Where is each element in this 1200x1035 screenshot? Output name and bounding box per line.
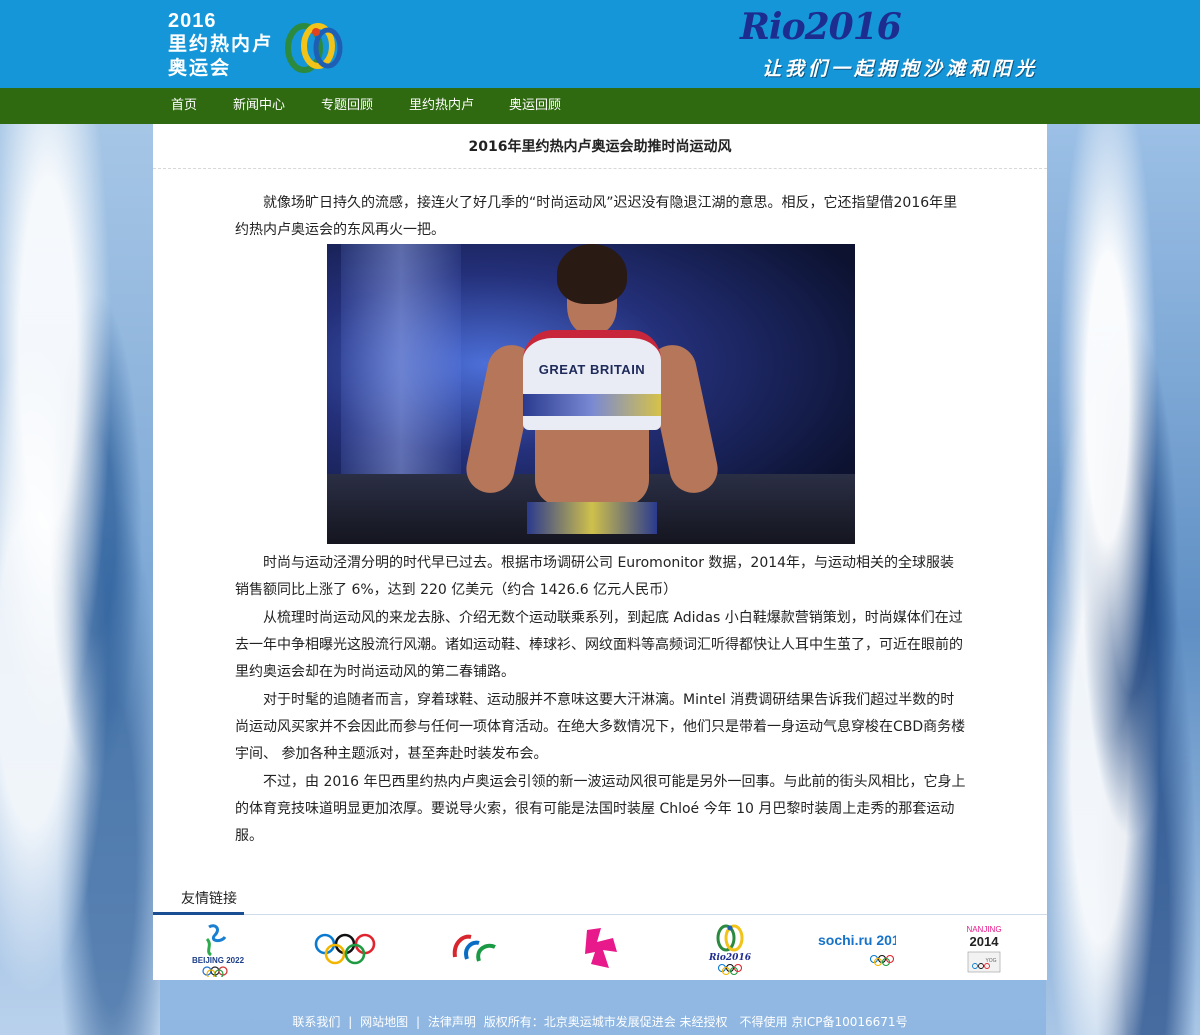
footer-separator: |: [415, 1015, 421, 1029]
svg-text:2014: 2014: [970, 934, 1000, 949]
article-paragraph-2: 从梳理时尚运动风的来龙去脉、介绍无数个运动联乘系列，到起底 Adidas 小白鞋…: [235, 610, 963, 680]
footer-contact-link[interactable]: 联系我们: [292, 1015, 340, 1029]
partner-rio-2016[interactable]: Rio2016: [705, 924, 755, 976]
nav-item-news[interactable]: 新闻中心: [233, 88, 285, 124]
footer-legal-link[interactable]: 法律声明: [428, 1015, 476, 1029]
article-photo: GREAT BRITAIN: [327, 244, 855, 544]
logo-line-2: 奥运会: [168, 57, 232, 79]
nav-item-rio[interactable]: 里约热内卢: [409, 88, 474, 124]
logo-year: 2016: [168, 10, 217, 32]
partner-sochi-2014[interactable]: sochi.ru 2014: [813, 924, 897, 974]
photo-athlete-hair: [557, 244, 627, 304]
article-paragraph-4: 不过，由 2016 年巴西里约热内卢奥运会引领的新一波运动风很可能是另外一回事。…: [235, 774, 966, 844]
article-paragraph-1: 时尚与运动泾渭分明的时代早已过去。根据市场调研公司 Euromonitor 数据…: [235, 555, 955, 598]
article-title: 2016年里约热内卢奥运会助推时尚运动风: [468, 139, 732, 155]
article-container: 2016年里约热内卢奥运会助推时尚运动风 就像场旷日持久的流感，接连火了好几季的…: [153, 124, 1047, 980]
site-footer: 联系我们 | 网站地图 | 法律声明 版权所有：北京奥运城市发展促进会 未经授权…: [0, 1013, 1200, 1030]
partner-london-2012[interactable]: [581, 924, 625, 974]
article-intro: 就像场旷日持久的流感，接连火了好几季的“时尚运动风”迟迟没有隐退江湖的意思。相反…: [235, 195, 958, 238]
partner-beijing-2022[interactable]: BEIJING 2022: [183, 924, 253, 977]
rio-2016-logo-icon: Rio2016: [708, 924, 752, 976]
nav-item-home[interactable]: 首页: [171, 88, 197, 124]
friend-links-tab-underline: [153, 912, 244, 915]
footer-sitemap-link[interactable]: 网站地图: [360, 1015, 408, 1029]
olympic-rings-icon: [314, 933, 376, 965]
main-navigation: 首页 新闻中心 专题回顾 里约热内卢 奥运回顾: [0, 88, 1200, 124]
logo-line-1: 里约热内卢: [168, 33, 274, 55]
photo-athlete-top-band: [523, 394, 661, 416]
background-left-scenery: [0, 124, 160, 1035]
friend-links-heading: 友情链接: [181, 891, 237, 907]
partner-olympic-rings[interactable]: [313, 924, 377, 974]
title-divider: [153, 168, 1047, 169]
paralympic-agitos-icon: [452, 934, 496, 962]
rio-emblem-icon: [285, 23, 343, 73]
footer-copyright: 版权所有：北京奥运城市发展促进会 未经授权 不得使用 京ICP备10016671…: [483, 1015, 908, 1029]
nav-item-topics[interactable]: 专题回顾: [321, 88, 373, 124]
partner-nanjing-2014[interactable]: NANJING 2014 YOG: [959, 924, 1009, 974]
sochi-2014-logo-icon: sochi.ru 2014: [818, 932, 896, 967]
svg-text:Rio2016: Rio2016: [708, 953, 752, 963]
header-slogan: 让我们一起拥抱沙滩和阳光: [762, 58, 1039, 80]
svg-text:BEIJING 2022: BEIJING 2022: [192, 956, 245, 965]
london-2012-icon: [585, 928, 617, 968]
nav-item-olympic-review[interactable]: 奥运回顾: [509, 88, 561, 124]
site-logo-text[interactable]: 2016 里约热内卢 奥运会: [168, 10, 273, 80]
photo-shirt-label: GREAT BRITAIN: [538, 362, 646, 377]
background-right-scenery: [1046, 124, 1200, 1035]
nanjing-2014-logo-icon: NANJING 2014 YOG: [966, 925, 1002, 973]
svg-text:NANJING: NANJING: [966, 925, 1001, 934]
article-paragraph-3: 对于时髦的追随者而言，穿着球鞋、运动服并不意味这要大汗淋漓。Mintel 消费调…: [235, 692, 966, 762]
svg-text:sochi.ru 2014: sochi.ru 2014: [818, 932, 896, 948]
header-bar: 2016 里约热内卢 奥运会 Rio2016 让我们一起拥抱沙滩和阳光: [0, 0, 1200, 88]
friend-links-divider: [153, 914, 1047, 915]
rio2016-brand: Rio2016: [740, 6, 902, 48]
photo-athlete-shorts: [527, 502, 657, 534]
beijing-2022-logo-icon: BEIJING 2022: [192, 924, 245, 977]
partner-paralympics[interactable]: [448, 924, 502, 974]
footer-separator: |: [348, 1015, 353, 1029]
